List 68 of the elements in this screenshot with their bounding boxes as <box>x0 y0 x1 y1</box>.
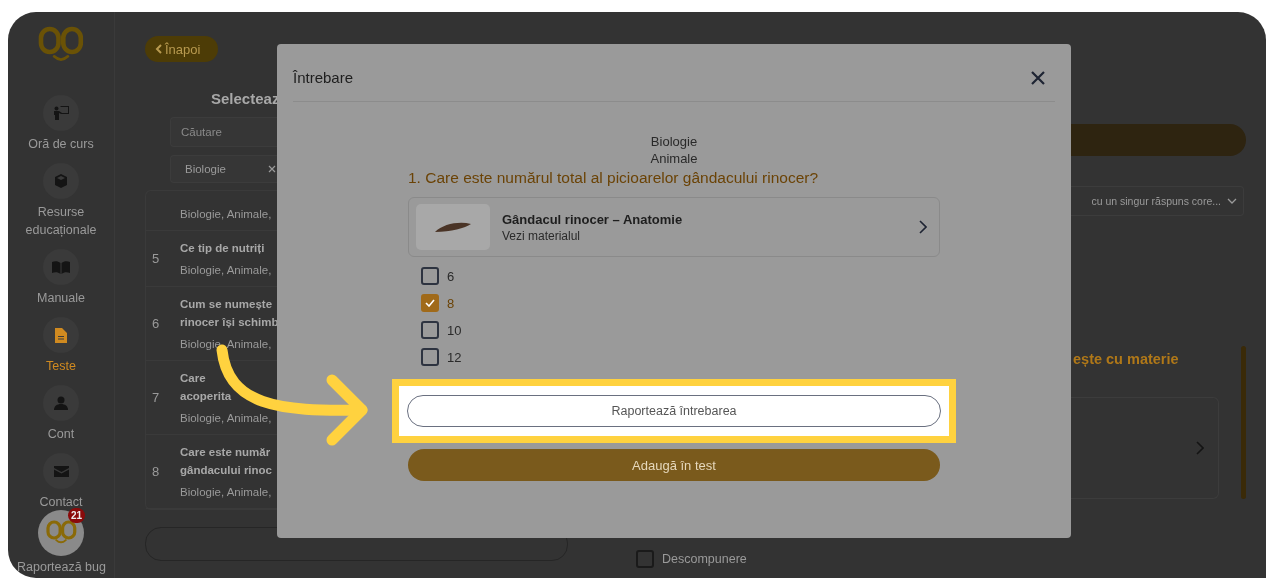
question-text[interactable]: acoperita <box>180 387 272 405</box>
cube-icon <box>54 174 68 189</box>
action-bar[interactable] <box>1071 124 1246 156</box>
close-icon <box>1031 70 1045 85</box>
question-tags: Biologie, Animale, <box>180 410 272 426</box>
filter-select[interactable]: Biologie <box>170 155 277 183</box>
nav-icon-background[interactable] <box>43 317 79 354</box>
option-label: 12 <box>447 349 462 365</box>
notification-badge: 21 <box>68 508 86 523</box>
question-tags: Biologie, Animale, <box>180 484 272 500</box>
subject-label: Biologie <box>649 133 699 150</box>
topic-label: Animale <box>649 150 699 167</box>
material-title: Gândacul rinocer – Anatomie <box>502 211 684 227</box>
select-value: cu un singur răspuns core... <box>1091 195 1221 207</box>
checkbox[interactable] <box>421 267 439 285</box>
nav-label[interactable]: Cont <box>13 425 109 444</box>
chevron-left-icon <box>155 44 162 54</box>
add-to-test-button[interactable]: Adaugă în test <box>408 449 940 481</box>
material-link[interactable]: Vezi materialul <box>502 228 907 243</box>
question-text[interactable]: Care este număr <box>180 443 272 461</box>
question-text[interactable]: gândacului rinoc <box>180 461 272 479</box>
question-text: 1. Care este numărul total al picioarelor gândacului rinocer? <box>408 168 820 188</box>
checkbox[interactable] <box>636 550 654 568</box>
question-text[interactable]: Care <box>180 369 272 387</box>
question-number: 5 <box>151 250 161 268</box>
question-text[interactable]: rinocer își schimb <box>180 313 279 331</box>
filter-value: Biologie <box>185 163 226 175</box>
bug-report-avatar[interactable] <box>38 510 84 556</box>
envelope-icon <box>53 465 69 477</box>
teacher-icon <box>53 106 69 121</box>
checkbox-label: Descompunere <box>662 552 747 566</box>
nav-label[interactable]: Resurse educaționale <box>13 203 109 240</box>
nav-label[interactable]: Oră de curs <box>13 135 109 154</box>
option-label: 10 <box>447 322 462 338</box>
chevron-right-icon <box>919 220 927 234</box>
question-number: 7 <box>151 389 161 407</box>
search-field[interactable]: Căutare <box>170 117 277 147</box>
question-text[interactable]: Cum se numește <box>180 295 279 313</box>
checkbox[interactable] <box>421 294 439 312</box>
report-question-button[interactable]: Raportează întrebarea <box>407 395 941 427</box>
bug-report-label[interactable]: Raportează bug <box>8 560 115 574</box>
option-label: 8 <box>447 295 455 311</box>
chevron-right-icon <box>1196 441 1204 455</box>
document-icon <box>55 327 67 343</box>
checkbox[interactable] <box>421 321 439 339</box>
book-icon <box>52 260 70 274</box>
material-card[interactable]: Gândacul rinocer – Anatomie Vezi materialul <box>408 197 940 257</box>
option-label: 6 <box>447 268 455 284</box>
checkmark-icon <box>425 299 435 307</box>
person-icon <box>54 396 68 411</box>
nav-label[interactable]: Teste <box>13 357 109 376</box>
section-heading: ește cu materie <box>1072 351 1180 367</box>
question-tags: Biologie, Animale, <box>180 262 272 278</box>
nav-label[interactable]: Manuale <box>13 289 109 308</box>
chevron-down-icon <box>1227 198 1237 204</box>
close-button[interactable] <box>1031 70 1045 85</box>
checkbox[interactable] <box>421 348 439 366</box>
type-select[interactable]: cu un singur răspuns core... <box>1071 186 1244 216</box>
question-tags: Biologie, Animale, <box>180 336 279 352</box>
question-text[interactable]: Ce tip de nutriți <box>180 239 272 257</box>
question-tags: Biologie, Animale, <box>180 206 272 222</box>
scrollbar[interactable] <box>1241 346 1246 499</box>
modal-title: Întrebare <box>293 69 354 86</box>
clear-icon <box>267 165 276 173</box>
back-button[interactable]: Înapoi <box>145 36 218 62</box>
question-number: 6 <box>151 315 161 333</box>
question-number: 8 <box>151 463 161 481</box>
section-heading: Selecteaz <box>211 90 277 107</box>
